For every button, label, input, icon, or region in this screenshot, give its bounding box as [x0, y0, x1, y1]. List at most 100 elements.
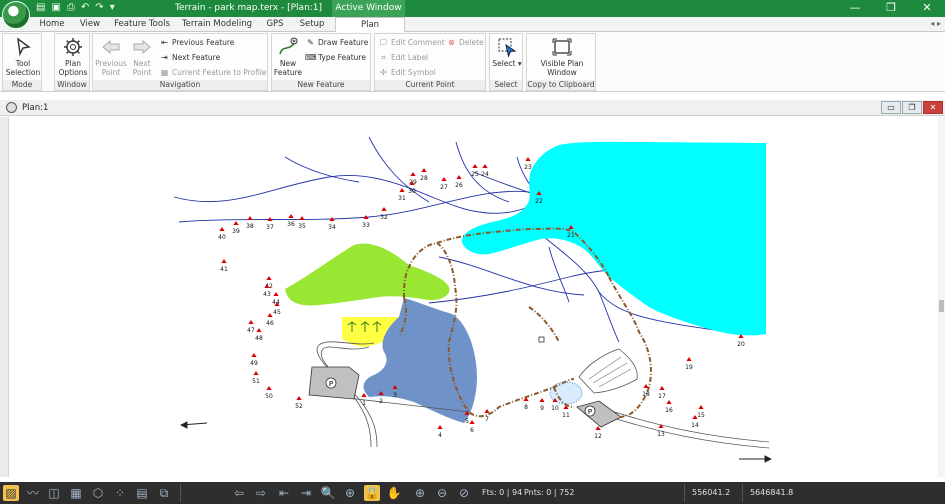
survey-point-marker[interactable]	[399, 188, 405, 192]
points-icon[interactable]: ⁘	[112, 485, 128, 501]
survey-point-marker[interactable]	[595, 426, 601, 430]
survey-point-marker[interactable]	[256, 328, 262, 332]
zoom-find-icon[interactable]: ⊕	[342, 485, 358, 501]
parking-lot-east[interactable]	[576, 400, 622, 428]
lake[interactable]	[461, 141, 766, 336]
survey-point-marker[interactable]	[296, 396, 302, 400]
new-file-icon[interactable]: ▤	[36, 2, 45, 14]
survey-point-marker[interactable]	[482, 164, 488, 168]
tab-view[interactable]: View	[73, 17, 107, 32]
survey-point-marker[interactable]	[437, 425, 443, 429]
next-feature-button[interactable]: ⇥ Next Feature	[159, 53, 220, 63]
next-point-button[interactable]: Next Point	[127, 36, 157, 77]
plan-document-icon[interactable]	[6, 102, 17, 113]
restore-button[interactable]: ❐	[873, 0, 909, 17]
survey-point-marker[interactable]	[410, 172, 416, 176]
survey-point-marker[interactable]	[273, 292, 279, 296]
survey-point-marker[interactable]	[539, 398, 545, 402]
hand-pan-icon[interactable]: ✋	[386, 485, 402, 501]
select-button[interactable]: Select ▾	[491, 36, 523, 68]
delete-button[interactable]: ⊗ Delete	[446, 38, 484, 48]
tab-feature-tools[interactable]: Feature Tools	[111, 17, 173, 32]
previous-feature-button[interactable]: ⇤ Previous Feature	[159, 38, 234, 48]
customize-qat-icon[interactable]: ▾	[110, 2, 115, 14]
survey-point-marker[interactable]	[484, 409, 490, 413]
survey-point-marker[interactable]	[247, 216, 253, 220]
pan-right-icon[interactable]: ⇨	[253, 485, 269, 501]
survey-point-marker[interactable]	[267, 313, 273, 317]
terrain-logo-icon[interactable]	[2, 1, 30, 29]
new-feature-button[interactable]: New Feature	[273, 36, 303, 77]
survey-point-marker[interactable]	[643, 384, 649, 388]
survey-point-marker[interactable]	[441, 177, 447, 181]
green-field[interactable]	[285, 243, 450, 306]
undo-icon[interactable]: ↶	[81, 2, 89, 14]
survey-point-marker[interactable]	[288, 214, 294, 218]
tab-gps[interactable]: GPS	[260, 17, 290, 32]
redo-icon[interactable]: ↷	[95, 2, 103, 14]
zoom-in-icon[interactable]: ⊕	[412, 485, 428, 501]
minimize-button[interactable]: —	[837, 0, 873, 17]
previous-point-button[interactable]: Previous Point	[95, 36, 127, 77]
feature-icon[interactable]: ▤	[134, 485, 150, 501]
tab-home[interactable]: Home	[34, 17, 70, 32]
survey-point-marker[interactable]	[469, 420, 475, 424]
doc-minimize-button[interactable]: ▭	[881, 101, 901, 114]
doc-close-button[interactable]: ✕	[923, 101, 943, 114]
building-outline[interactable]	[578, 348, 638, 394]
next-feature-status-icon[interactable]: ⇥	[298, 485, 314, 501]
survey-point-marker[interactable]	[472, 164, 478, 168]
zoom-out-icon[interactable]: ⊖	[434, 485, 450, 501]
vertical-scrollbar[interactable]	[938, 117, 945, 477]
plan-options-button[interactable]: Plan Options	[56, 36, 90, 77]
edit-comment-button[interactable]: ☐ Edit Comment	[378, 38, 445, 48]
lock-icon[interactable]: 🔒	[364, 485, 380, 501]
survey-point-marker[interactable]	[698, 405, 704, 409]
ribbon-tab-scroll[interactable]: ◂ ▸	[930, 19, 941, 28]
visible-plan-window-button[interactable]: Visible Plan Window	[529, 36, 595, 77]
draw-feature-button[interactable]: ✎ Draw Feature	[305, 38, 368, 48]
current-feature-to-profile-button[interactable]: ▦ Current Feature to Profile	[159, 68, 267, 78]
doc-restore-button[interactable]: ❐	[902, 101, 922, 114]
edit-label-button[interactable]: ⌗ Edit Label	[378, 53, 428, 63]
zoom-extents-icon[interactable]: ⊘	[456, 485, 472, 501]
polygon-icon[interactable]: ⬡	[90, 485, 106, 501]
park-map[interactable]: P P 1 2345678 9 101112 13141516171819202122	[9, 117, 939, 477]
survey-point-marker[interactable]	[267, 217, 273, 221]
survey-point-marker[interactable]	[666, 400, 672, 404]
hatch-tool-icon[interactable]: ▨	[3, 485, 19, 501]
pan-left-icon[interactable]: ⇦	[231, 485, 247, 501]
cube-icon[interactable]: ◫	[46, 485, 62, 501]
survey-point-marker[interactable]	[381, 207, 387, 211]
survey-point-marker[interactable]	[523, 397, 529, 401]
grid-icon[interactable]: ▦	[68, 485, 84, 501]
survey-point-marker[interactable]	[266, 386, 272, 390]
survey-point-marker[interactable]	[421, 168, 427, 172]
print-icon[interactable]: ⎙	[67, 2, 75, 14]
edit-symbol-button[interactable]: ✣ Edit Symbol	[378, 68, 436, 78]
survey-point-marker[interactable]	[686, 357, 692, 361]
tab-plan[interactable]: Plan	[335, 17, 405, 33]
survey-point-marker[interactable]	[266, 276, 272, 280]
survey-point-marker[interactable]	[456, 175, 462, 179]
survey-point-marker[interactable]	[233, 221, 239, 225]
control-point-square[interactable]	[538, 336, 545, 343]
tab-setup[interactable]: Setup	[294, 17, 330, 32]
type-feature-button[interactable]: ⌨Type Feature	[305, 53, 366, 63]
line-tool-icon[interactable]: 〰	[25, 485, 41, 501]
survey-point-marker[interactable]	[219, 227, 225, 231]
close-button[interactable]: ✕	[909, 0, 945, 17]
layer-icon[interactable]: ⧉	[156, 485, 172, 501]
survey-point-marker[interactable]	[221, 259, 227, 263]
tool-selection-button[interactable]: Tool Selection ▾	[4, 36, 42, 86]
previous-feature-status-icon[interactable]: ⇤	[276, 485, 292, 501]
survey-point-marker[interactable]	[659, 386, 665, 390]
tab-terrain-modeling[interactable]: Terrain Modeling	[178, 17, 256, 32]
survey-point-marker[interactable]	[525, 157, 531, 161]
survey-point-marker[interactable]	[299, 216, 305, 220]
plan-canvas[interactable]: P P 1 2 3 4 5 6 7 8 9 10 11 12 13 14 15 16 17 18 19 20 21 22	[8, 117, 938, 477]
scrollbar-thumb[interactable]	[939, 300, 944, 312]
survey-point-marker[interactable]	[251, 353, 257, 357]
save-icon[interactable]: ▣	[51, 2, 60, 14]
survey-point-marker[interactable]	[248, 320, 254, 324]
